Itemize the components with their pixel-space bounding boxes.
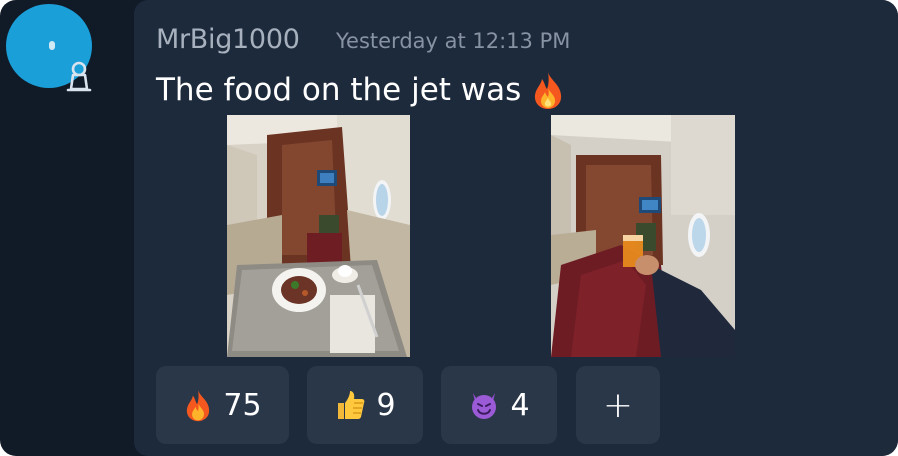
message-body: The food on the jet was: [156, 72, 522, 108]
fire-icon: [187, 389, 210, 422]
username[interactable]: MrBig1000: [156, 24, 300, 55]
reaction-count: 75: [223, 387, 262, 423]
smiling-devil-icon: [472, 393, 497, 419]
attachment-image-drink[interactable]: [551, 115, 735, 357]
reaction-count: 9: [376, 387, 396, 423]
reaction-fire[interactable]: 75: [156, 366, 289, 444]
reaction-thumbs-up[interactable]: 9: [307, 366, 423, 444]
thumbs-up-icon: [338, 391, 365, 419]
reaction-smiling-devil[interactable]: 4: [441, 366, 557, 444]
fire-icon: [535, 72, 562, 109]
message-text: The food on the jet was: [156, 70, 565, 110]
reaction-count: 4: [510, 387, 530, 423]
timestamp: Yesterday at 12:13 PM: [336, 29, 571, 53]
attachment-image-food[interactable]: [227, 115, 410, 357]
add-reaction-button[interactable]: +: [576, 366, 660, 444]
message-card: MrBig1000 Yesterday at 12:13 PM The food…: [134, 0, 898, 456]
chat-app: MrBig1000 Yesterday at 12:13 PM The food…: [0, 0, 898, 456]
pawn-icon: [66, 61, 92, 92]
plus-icon: +: [602, 384, 634, 426]
avatar-glyph: [49, 41, 55, 50]
